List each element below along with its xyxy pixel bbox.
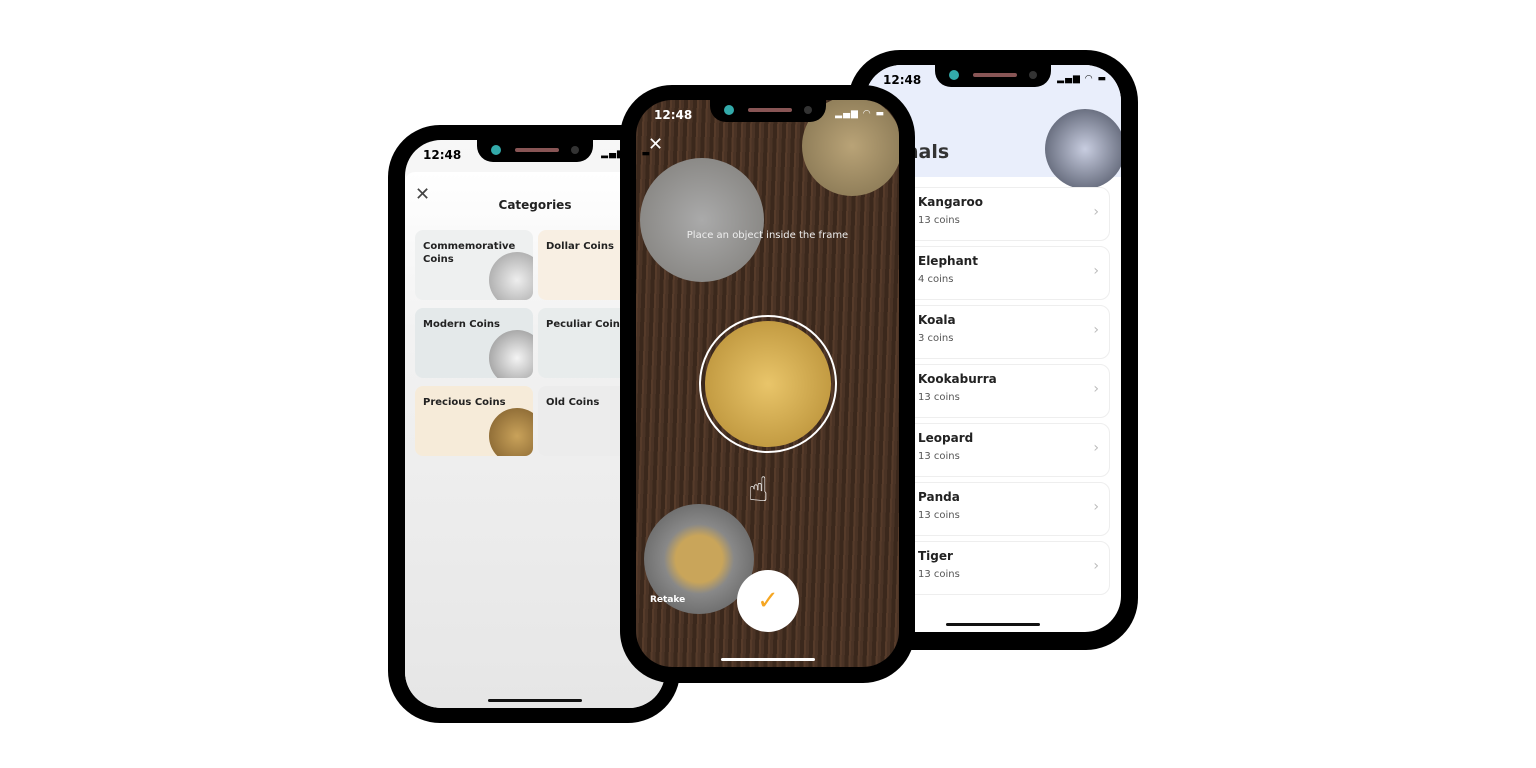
animal-name: Elephant [918, 254, 978, 268]
chevron-right-icon: › [1093, 381, 1099, 397]
animal-row[interactable]: Elephant 4 coins › [905, 246, 1110, 300]
chevron-right-icon: › [1093, 322, 1099, 338]
confirm-button[interactable]: ✓ [737, 570, 799, 632]
status-icons: ▂▄▆ ◠ ▬ [835, 109, 885, 119]
coin-count: 13 coins [918, 451, 960, 462]
chevron-right-icon: › [1093, 499, 1099, 515]
checkmark-icon: ✓ [757, 586, 779, 616]
status-time: 12:48 [654, 108, 693, 122]
status-icons: ▂▄▆ ◠ ▬ [601, 149, 651, 159]
chevron-right-icon: › [1093, 440, 1099, 456]
status-time: 12:48 [423, 148, 462, 162]
animal-row[interactable]: Koala 3 coins › [905, 305, 1110, 359]
animal-name: Leopard [918, 431, 974, 445]
coin-image [489, 252, 533, 300]
animal-row[interactable]: Kangaroo 13 coins › [905, 187, 1110, 241]
notch [709, 100, 826, 122]
home-indicator [488, 699, 582, 702]
coin-image [489, 408, 533, 456]
animal-row[interactable]: Tiger 13 coins › [905, 541, 1110, 595]
animal-name: Kangaroo [918, 195, 984, 209]
animal-name: Koala [918, 313, 956, 327]
coin-image [640, 158, 764, 282]
notch [935, 65, 1051, 87]
animal-row[interactable]: Leopard 13 coins › [905, 423, 1110, 477]
coin-image [705, 321, 831, 447]
animal-name: Kookaburra [918, 372, 997, 386]
phone-camera: 12:48 ▂▄▆ ◠ ▬ ✕ Place an object inside t… [620, 85, 915, 683]
coin-count: 4 coins [918, 274, 954, 285]
coin-count: 13 coins [918, 569, 960, 580]
chevron-right-icon: › [1093, 263, 1099, 279]
header-coin-image [1045, 109, 1121, 189]
scan-frame [699, 315, 837, 453]
retake-button[interactable]: Retake [650, 595, 685, 605]
category-tile[interactable]: Precious Coins [415, 386, 533, 456]
animal-name: Panda [918, 490, 960, 504]
coin-count: 13 coins [918, 215, 960, 226]
coin-image [489, 330, 533, 378]
animal-row[interactable]: Panda 13 coins › [905, 482, 1110, 536]
home-indicator [946, 623, 1040, 626]
animal-name: Tiger [918, 549, 953, 563]
coin-count: 3 coins [918, 333, 954, 344]
notch [477, 140, 593, 162]
coin-count: 13 coins [918, 392, 960, 403]
category-tile[interactable]: Commemorative Coins [415, 230, 533, 300]
chevron-right-icon: › [1093, 204, 1099, 220]
coin-count: 13 coins [918, 510, 960, 521]
animal-row[interactable]: Kookaburra 13 coins › [905, 364, 1110, 418]
home-indicator [720, 658, 815, 661]
camera-hint: Place an object inside the frame [686, 230, 849, 241]
chevron-right-icon: › [1093, 558, 1099, 574]
status-icons: ▂▄▆ ◠ ▬ [1057, 74, 1107, 84]
category-tile[interactable]: Modern Coins [415, 308, 533, 378]
camera-screen: 12:48 ▂▄▆ ◠ ▬ ✕ Place an object inside t… [636, 100, 899, 667]
tap-gesture-icon: ☝ [748, 470, 769, 510]
status-time: 12:48 [883, 73, 922, 87]
